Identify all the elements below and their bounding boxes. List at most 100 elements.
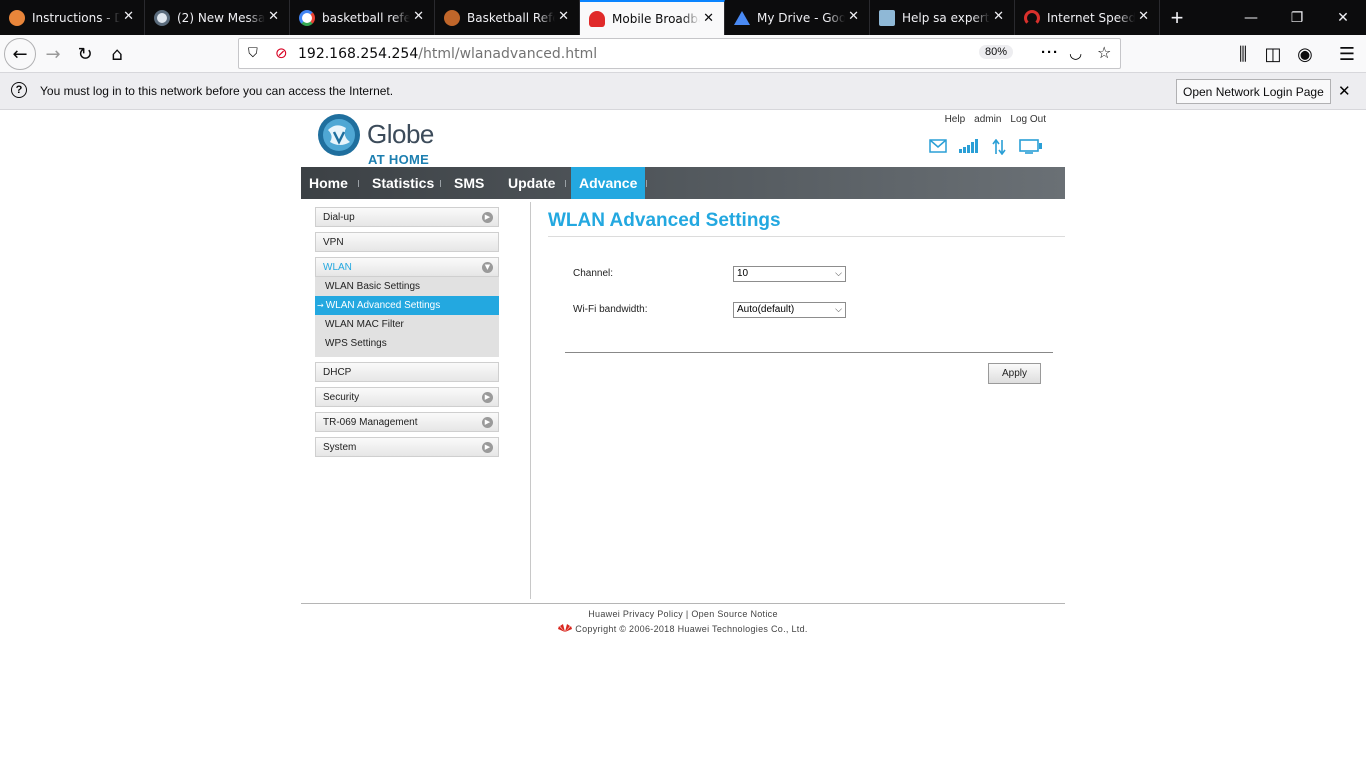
sidebar-toggle-icon[interactable]: ◫ <box>1258 39 1288 69</box>
close-tab-icon[interactable]: ✕ <box>848 9 859 24</box>
sidebar-item-label: WLAN <box>323 261 352 273</box>
menu-advance[interactable]: Advance <box>571 167 646 199</box>
restore-button[interactable]: ❐ <box>1274 0 1320 35</box>
footer-divider <box>301 603 1065 604</box>
bandwidth-label: Wi-Fi bandwidth: <box>573 304 648 315</box>
url-text: 192.168.254.254/html/wlanadvanced.html <box>298 46 597 62</box>
pocket-icon[interactable]: ◡ <box>1069 44 1082 62</box>
minimize-button[interactable]: — <box>1228 0 1274 35</box>
close-tab-icon[interactable]: ✕ <box>1138 9 1149 24</box>
back-button[interactable]: ← <box>4 38 36 70</box>
cube-icon <box>879 9 895 26</box>
expand-arrow-icon: ▶ <box>482 392 493 403</box>
hamburger-menu-icon[interactable]: ☰ <box>1332 39 1362 69</box>
channel-label: Channel: <box>573 268 614 279</box>
tab-title: Instructions - Di <box>32 10 120 25</box>
open-source-notice-link[interactable]: Open Source Notice <box>691 609 777 619</box>
captive-portal-notification: ? You must log in to this network before… <box>0 73 1366 110</box>
help-circle-icon: ? <box>11 82 27 98</box>
wlan-submenu: WLAN Basic Settings → WLAN Advanced Setti… <box>315 277 499 357</box>
browser-tab[interactable]: basketball refere ✕ <box>290 0 435 35</box>
browser-tab-strip: Instructions - Di ✕ (2) New Messag ✕ bas… <box>0 0 1366 35</box>
tab-title: Internet Speed T <box>1047 10 1135 25</box>
browser-tab[interactable]: Instructions - Di ✕ <box>0 0 145 35</box>
menu-separator <box>646 180 647 187</box>
reload-button[interactable]: ↻ <box>70 39 100 69</box>
home-button[interactable]: ⌂ <box>102 39 132 69</box>
expand-arrow-icon: ▶ <box>482 442 493 453</box>
sidebar-item-label: Dial-up <box>323 211 355 223</box>
page-actions-icon[interactable]: ··· <box>1041 44 1059 61</box>
browser-tab[interactable]: Help sa expert s ✕ <box>870 0 1015 35</box>
close-tab-icon[interactable]: ✕ <box>413 9 424 24</box>
menu-update[interactable]: Update <box>508 167 555 199</box>
sidebar-item-wlan[interactable]: WLAN ▼ <box>315 257 499 277</box>
channel-select[interactable]: 10 ⌵ <box>733 266 846 282</box>
sidebar-item-dialup[interactable]: Dial-up ▶ <box>315 207 499 227</box>
top-links: Help admin Log Out <box>945 114 1046 125</box>
sidebar-subitem-wlan-advanced[interactable]: → WLAN Advanced Settings <box>315 296 499 315</box>
browser-tab[interactable]: My Drive - Goo ✕ <box>725 0 870 35</box>
help-link[interactable]: Help <box>945 114 966 125</box>
sidebar-item-vpn[interactable]: VPN <box>315 232 499 252</box>
close-tab-icon[interactable]: ✕ <box>558 9 569 24</box>
browser-tab[interactable]: (2) New Messag ✕ <box>145 0 290 35</box>
close-window-button[interactable]: ✕ <box>1320 0 1366 35</box>
menu-statistics[interactable]: Statistics <box>372 167 434 199</box>
sidebar-item-tr069[interactable]: TR-069 Management ▶ <box>315 412 499 432</box>
menu-separator <box>440 180 441 187</box>
bookmark-star-icon[interactable]: ☆ <box>1097 43 1111 62</box>
collapse-arrow-icon: ▼ <box>482 262 493 273</box>
bandwidth-select[interactable]: Auto(default) ⌵ <box>733 302 846 318</box>
zoom-level-badge[interactable]: 80% <box>979 45 1014 59</box>
close-tab-icon[interactable]: ✕ <box>268 9 279 24</box>
browser-tab[interactable]: Internet Speed T ✕ <box>1015 0 1160 35</box>
sidebar-subitem-wps[interactable]: WPS Settings <box>315 334 499 353</box>
orange-circle-icon <box>9 9 25 26</box>
status-icons <box>929 139 1043 155</box>
notification-text: You must log in to this network before y… <box>40 84 394 98</box>
new-tab-button[interactable]: + <box>1160 0 1194 35</box>
browser-tab-active[interactable]: Mobile Broadba ✕ <box>580 0 725 35</box>
close-tab-icon[interactable]: ✕ <box>993 9 1004 24</box>
menu-sms[interactable]: SMS <box>454 167 484 199</box>
huawei-icon <box>589 10 605 27</box>
insecure-lock-icon[interactable]: ⊘ <box>275 44 288 62</box>
main-content: WLAN Advanced Settings Channel: 10 ⌵ Wi-… <box>548 210 1065 384</box>
sidebar-item-security[interactable]: Security ▶ <box>315 387 499 407</box>
library-icon[interactable]: ⫼ <box>1228 39 1258 69</box>
signal-strength-icon <box>959 139 978 153</box>
open-login-page-button[interactable]: Open Network Login Page <box>1176 79 1331 104</box>
shield-icon[interactable]: ⛉ <box>248 46 258 61</box>
close-tab-icon[interactable]: ✕ <box>703 11 714 26</box>
browser-tab[interactable]: Basketball Refer ✕ <box>435 0 580 35</box>
account-icon[interactable]: ◉ <box>1290 39 1320 69</box>
mail-icon[interactable] <box>929 139 947 153</box>
sidebar-item-system[interactable]: System ▶ <box>315 437 499 457</box>
expand-arrow-icon: ▶ <box>482 417 493 428</box>
tab-title: Basketball Refer <box>467 10 555 25</box>
close-notification-icon[interactable]: ✕ <box>1338 82 1351 100</box>
menu-separator <box>565 180 566 187</box>
url-path: /html/wlanadvanced.html <box>418 46 598 62</box>
admin-link[interactable]: admin <box>974 114 1001 125</box>
privacy-policy-link[interactable]: Huawei Privacy Policy <box>588 609 683 619</box>
tab-title: My Drive - Goo <box>757 10 845 25</box>
url-bar[interactable]: ⛉ ⊘ 192.168.254.254/html/wlanadvanced.ht… <box>238 38 1121 69</box>
sidebar-item-dhcp[interactable]: DHCP <box>315 362 499 382</box>
messenger-icon <box>154 9 170 26</box>
forward-button[interactable]: → <box>38 39 68 69</box>
close-tab-icon[interactable]: ✕ <box>123 9 134 24</box>
copyright-text: Copyright © 2006-2018 Huawei Technologie… <box>575 624 808 634</box>
sidebar-item-label: Security <box>323 391 360 403</box>
sidebar-subitem-mac-filter[interactable]: WLAN MAC Filter <box>315 315 499 334</box>
apply-button[interactable]: Apply <box>988 363 1041 384</box>
logout-link[interactable]: Log Out <box>1010 114 1046 125</box>
tab-title: Mobile Broadba <box>612 11 700 26</box>
form-divider <box>565 352 1053 353</box>
chevron-down-icon: ⌵ <box>835 305 842 315</box>
menu-home[interactable]: Home <box>309 167 348 199</box>
sidebar-subitem-label: WLAN Advanced Settings <box>325 300 441 311</box>
router-page: Globe AT HOME Help admin Log Out Home St… <box>301 110 1065 634</box>
sidebar-subitem-wlan-basic[interactable]: WLAN Basic Settings <box>315 277 499 296</box>
